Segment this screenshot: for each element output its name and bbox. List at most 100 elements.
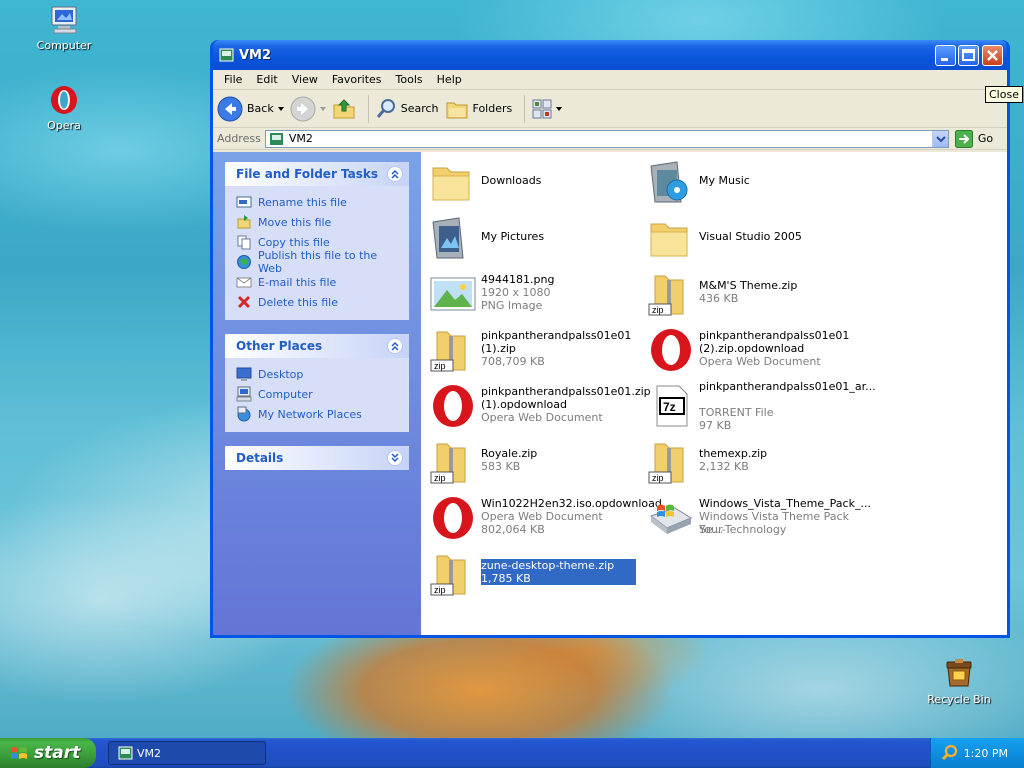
forward-button[interactable] (290, 96, 326, 122)
desktop-icon-label: Recycle Bin (927, 693, 991, 706)
file-item[interactable]: zip M&M'S Theme.zip 436 KB (643, 268, 853, 322)
toolbar: Back Search Folders (213, 90, 1007, 128)
place-computer[interactable]: Computer (236, 384, 401, 404)
task-move[interactable]: Move this file (236, 212, 401, 232)
file-folder-tasks-panel: File and Folder Tasks Rename this file M (225, 162, 409, 320)
globe-icon (237, 255, 251, 269)
windows-logo-icon (11, 747, 27, 759)
system-tray: 1:20 PM (930, 738, 1024, 768)
details-header[interactable]: Details (225, 446, 409, 470)
back-dropdown-icon[interactable] (277, 106, 284, 111)
folder-icon (647, 214, 695, 262)
explorer-window: VM2 File Edit View Favorites Tools Help (210, 40, 1010, 638)
menu-file[interactable]: File (217, 73, 249, 86)
file-folder-tasks-header[interactable]: File and Folder Tasks (225, 162, 409, 186)
computer-icon (51, 6, 77, 34)
file-detail: Opera Web Document (481, 510, 603, 523)
window-folder-icon (118, 746, 133, 760)
task-label: Publish this file to the Web (258, 249, 378, 275)
file-name: Visual Studio 2005 (699, 230, 802, 243)
address-input[interactable]: VM2 (264, 129, 949, 148)
file-item[interactable]: Windows_Vista_Theme_Pack_... Windows Vist… (643, 492, 871, 546)
maximize-button[interactable] (958, 45, 979, 66)
opera-file-icon (429, 382, 477, 430)
file-detail: 583 KB (481, 460, 521, 473)
file-name: zune-desktop-theme.zip (481, 559, 636, 572)
menu-help[interactable]: Help (430, 73, 469, 86)
file-item[interactable]: zip Royale.zip 583 KB (425, 436, 635, 490)
taskbar-window-button[interactable]: VM2 (108, 741, 266, 765)
file-name: pinkpantherandpalss01e01.zip (1).opdownl… (481, 385, 651, 411)
task-label: E-mail this file (258, 275, 337, 289)
task-delete[interactable]: Delete this file (236, 292, 401, 312)
minimize-button[interactable] (935, 45, 956, 66)
file-detail: 436 KB (699, 292, 739, 305)
file-item[interactable]: zip themexp.zip 2,132 KB (643, 436, 853, 490)
up-folder-button[interactable] (332, 97, 356, 121)
music-folder-icon (647, 158, 695, 206)
folders-button[interactable]: Folders (445, 97, 512, 121)
file-item[interactable]: My Pictures (425, 212, 635, 266)
file-detail: Your-Technology (699, 523, 787, 536)
go-label: Go (977, 132, 994, 145)
task-label: Copy this file (258, 235, 330, 249)
svg-text:zip: zip (652, 473, 664, 483)
expand-icon[interactable] (387, 450, 403, 466)
place-desktop[interactable]: Desktop (236, 364, 401, 384)
menu-view[interactable]: View (285, 73, 325, 86)
address-dropdown-button[interactable] (931, 130, 948, 147)
title-bar[interactable]: VM2 (213, 40, 1007, 70)
search-tray-icon[interactable] (941, 744, 959, 762)
toolbar-separator (524, 94, 526, 123)
collapse-icon[interactable] (387, 338, 403, 354)
close-button[interactable] (982, 45, 1003, 66)
panel-title: Details (236, 451, 284, 465)
go-button[interactable]: Go (954, 129, 994, 148)
menu-tools[interactable]: Tools (389, 73, 430, 86)
file-name: pinkpantherandpalss01e01 (1).zip (481, 329, 632, 355)
file-list-pane[interactable]: Downloads My Music My Pictures Visual Studi… (421, 152, 1007, 635)
back-button[interactable]: Back (217, 96, 284, 122)
pictures-folder-icon (429, 214, 477, 262)
file-item[interactable]: My Music (643, 156, 853, 210)
place-label: Desktop (258, 367, 304, 381)
file-item[interactable]: Downloads (425, 156, 635, 210)
desktop-icon-computer[interactable]: Computer (24, 4, 104, 52)
views-button[interactable] (531, 98, 563, 120)
back-label: Back (247, 102, 274, 115)
file-item-selected[interactable]: zip zune-desktop-theme.zip 1,785 KB (425, 548, 636, 602)
window-folder-icon (219, 48, 234, 62)
desktop-icon-recycle-bin[interactable]: Recycle Bin (919, 656, 999, 706)
file-item[interactable]: 7z pinkpantherandpalss01e01_ar... TORRENT … (643, 380, 876, 434)
search-button[interactable]: Search (375, 98, 439, 120)
task-rename[interactable]: Rename this file (236, 192, 401, 212)
place-network[interactable]: My Network Places (236, 404, 401, 424)
file-item[interactable]: zip pinkpantherandpalss01e01 (1).zip 708,7… (425, 324, 635, 378)
views-dropdown-icon[interactable] (556, 106, 563, 111)
svg-text:zip: zip (434, 473, 446, 483)
folders-icon (446, 102, 468, 118)
other-places-header[interactable]: Other Places (225, 334, 409, 358)
forward-dropdown-icon[interactable] (319, 106, 326, 111)
start-button[interactable]: start (0, 738, 96, 768)
file-item[interactable]: 4944181.png 1920 x 1080 PNG Image (425, 268, 635, 322)
views-icon (532, 99, 552, 118)
svg-text:7z: 7z (663, 400, 676, 414)
menu-favorites[interactable]: Favorites (325, 73, 389, 86)
file-item[interactable]: pinkpantherandpalss01e01.zip (1).opdownl… (425, 380, 651, 434)
file-detail: Opera Web Document (481, 411, 603, 424)
move-icon (237, 215, 251, 229)
desktop-icon-opera[interactable]: Opera (24, 84, 104, 132)
go-arrow-icon (954, 129, 973, 148)
task-email[interactable]: E-mail this file (236, 272, 401, 292)
file-item[interactable]: Win1022H2en32.iso.opdownload Opera Web Do… (425, 492, 662, 546)
task-publish[interactable]: Publish this file to the Web (236, 249, 401, 275)
file-name: Windows_Vista_Theme_Pack_... (699, 497, 871, 510)
menu-edit[interactable]: Edit (249, 73, 284, 86)
collapse-icon[interactable] (387, 166, 403, 182)
details-panel: Details (225, 446, 409, 470)
search-icon (376, 98, 395, 118)
clock: 1:20 PM (963, 747, 1008, 760)
file-item[interactable]: Visual Studio 2005 (643, 212, 853, 266)
file-item[interactable]: pinkpantherandpalss01e01 (2).zip.opdownl… (643, 324, 853, 378)
